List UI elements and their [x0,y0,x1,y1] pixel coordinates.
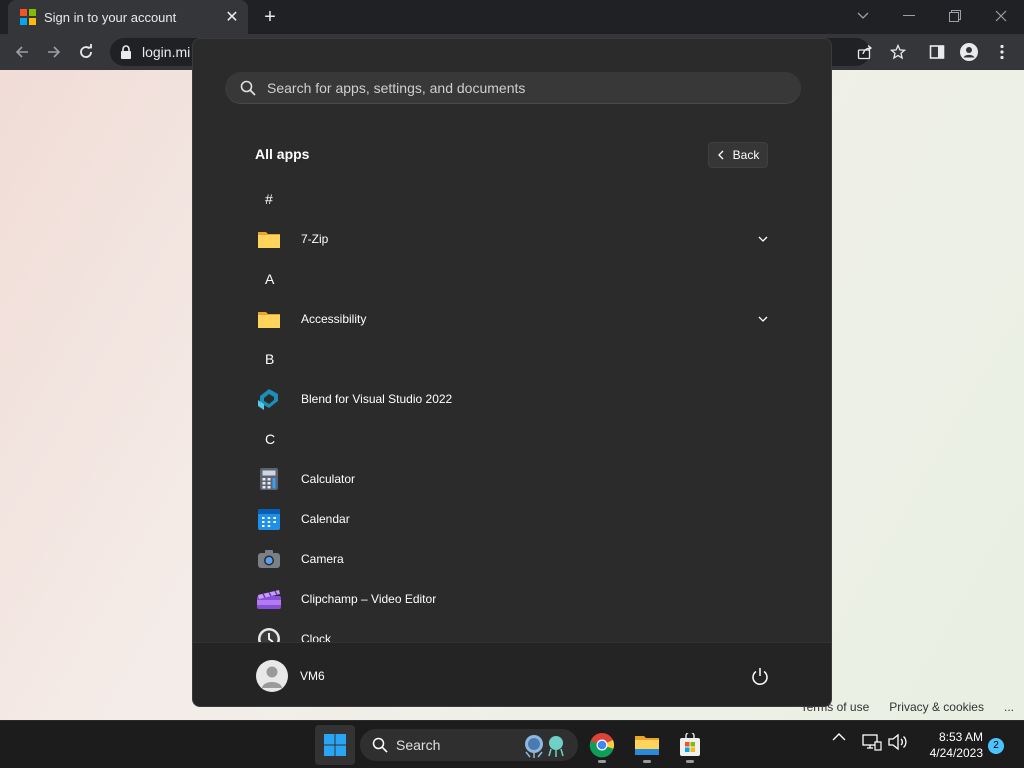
blend-icon [256,386,282,412]
sidebar-icon[interactable] [925,40,949,64]
volume-icon[interactable] [887,733,907,751]
privacy-link[interactable]: Privacy & cookies [889,700,984,714]
tab-title: Sign in to your account [44,9,177,25]
app-name: Camera [301,552,344,566]
start-search-box[interactable] [225,72,801,104]
star-icon[interactable] [886,40,910,64]
taskbar-search-label: Search [396,737,441,753]
microsoft-logo [20,9,36,25]
profile-icon[interactable] [957,40,981,64]
share-icon[interactable] [853,40,877,64]
close-icon[interactable]: ✕ [222,7,242,27]
page-footer: Terms of use Privacy & cookies ... [801,700,1014,714]
app-name: 7-Zip [301,232,329,246]
folder-icon [256,226,282,252]
forward-arrow-icon[interactable] [42,40,66,64]
windows-logo-icon [324,734,346,756]
close-window-icon[interactable] [981,4,1021,28]
chevron-up-icon[interactable] [832,733,846,741]
section-letter: # [265,191,273,207]
start-search-input[interactable] [267,79,767,96]
section-header[interactable]: B [193,339,831,379]
chevron-down-icon[interactable] [753,309,773,329]
user-avatar-icon[interactable] [256,660,288,692]
restore-icon[interactable] [935,4,975,28]
start-menu: All apps Back # 7-Zip A Accessibi [192,38,832,707]
chrome-icon [589,733,615,758]
all-apps-list: # 7-Zip A Accessibility B Blend for Visu… [193,179,831,642]
clock-time: 8:53 AM [938,730,983,744]
chevron-down-icon[interactable] [843,4,883,28]
running-indicator [598,760,606,763]
app-name: Clipchamp – Video Editor [301,592,437,606]
app-name: Accessibility [301,312,367,326]
microsoft-store-app[interactable] [670,725,710,765]
calculator-icon [256,466,282,492]
app-item-clock[interactable]: Clock [193,619,831,642]
plus-icon[interactable]: + [259,6,281,28]
app-item-calculator[interactable]: Calculator [193,459,831,499]
system-clock[interactable]: 8:53 AM 4/24/2023 [915,729,983,761]
app-item-calendar[interactable]: Calendar [193,499,831,539]
app-item-clipchamp[interactable]: Clipchamp – Video Editor [193,579,831,619]
microsoft-store-icon [680,733,700,756]
section-letter: C [265,431,276,447]
back-arrow-icon[interactable] [10,40,34,64]
lock-icon [120,45,134,59]
minimize-icon[interactable] [889,4,929,28]
app-item-camera[interactable]: Camera [193,539,831,579]
app-name: Calendar [301,512,350,526]
app-item-accessibility[interactable]: Accessibility [193,299,831,339]
user-name[interactable]: VM6 [300,669,325,683]
section-header[interactable]: A [193,259,831,299]
running-indicator [686,760,694,763]
taskbar: Search 8:53 AM 4/24/2023 2 [0,720,1024,768]
more-icon[interactable] [990,40,1014,64]
start-button[interactable] [315,725,355,765]
reload-icon[interactable] [74,40,98,64]
clock-icon [256,626,282,642]
file-explorer-icon [635,736,659,755]
network-icon[interactable] [862,733,882,751]
chrome-app[interactable] [582,725,622,765]
clipchamp-icon [256,586,282,612]
back-label: Back [732,148,760,162]
browser-tab[interactable]: Sign in to your account ✕ [8,0,248,34]
section-header[interactable]: # [193,179,831,219]
clock-date: 4/24/2023 [929,746,983,760]
more-link[interactable]: ... [1004,700,1014,714]
chevron-down-icon[interactable] [753,229,773,249]
search-icon [372,737,388,753]
section-letter: A [265,271,275,287]
search-icon [240,80,256,96]
app-item-blend[interactable]: Blend for Visual Studio 2022 [193,379,831,419]
running-indicator [643,760,651,763]
file-explorer-app[interactable] [627,725,667,765]
app-name: Blend for Visual Studio 2022 [301,392,453,406]
back-button[interactable]: Back [708,142,768,168]
chevron-left-icon [717,150,724,160]
camera-icon [256,546,282,572]
app-item-7zip[interactable]: 7-Zip [193,219,831,259]
start-footer: VM6 [193,642,831,706]
section-letter: B [265,351,275,367]
folder-icon [256,306,282,332]
calendar-icon [256,506,282,532]
search-highlight-icon [525,735,565,758]
notification-badge[interactable]: 2 [988,738,1004,754]
section-header[interactable]: C [193,419,831,459]
browser-tabstrip: Sign in to your account ✕ + [0,0,1024,34]
url-text: login.mi [142,44,191,60]
power-icon[interactable] [749,666,771,688]
all-apps-title: All apps [255,146,310,162]
app-name: Calculator [301,472,356,486]
taskbar-search[interactable]: Search [360,729,578,761]
app-name: Clock [301,632,332,642]
